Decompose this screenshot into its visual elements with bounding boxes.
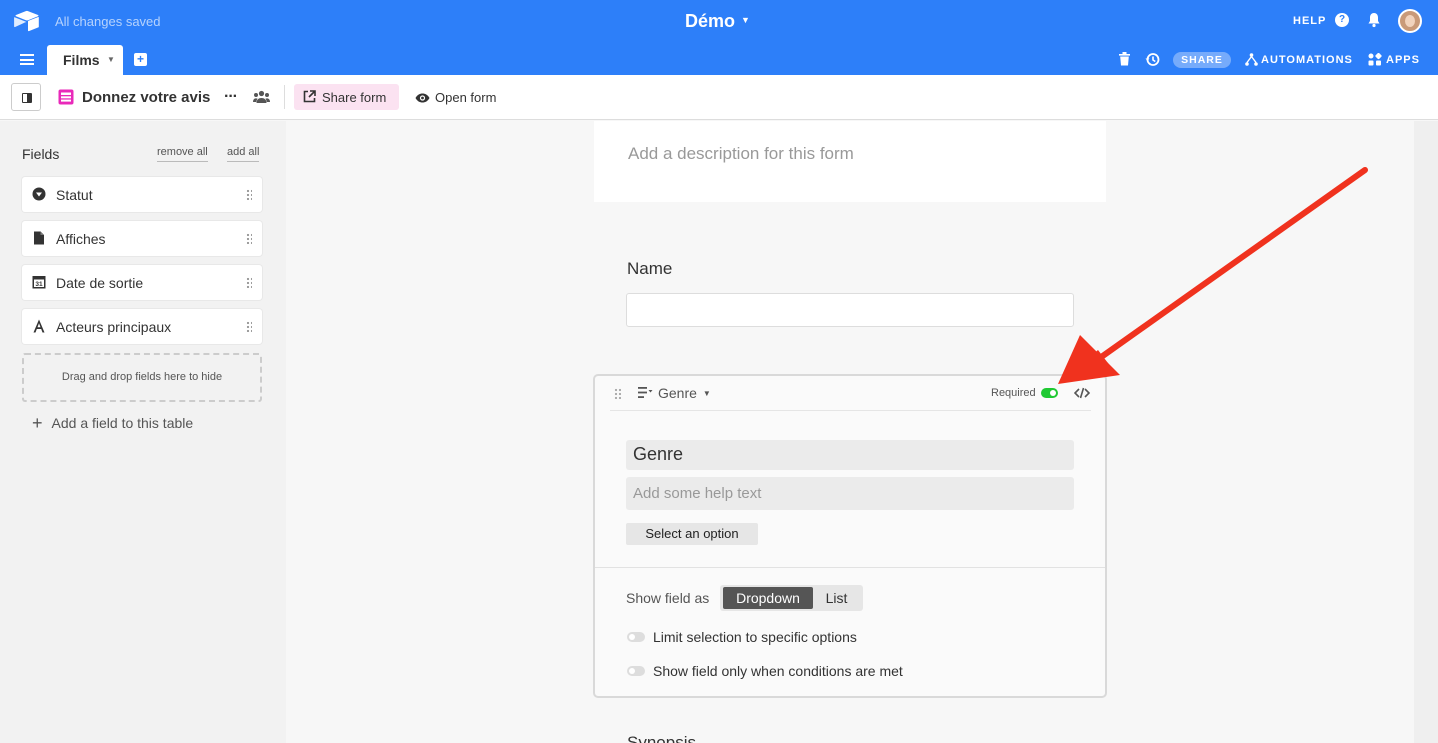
required-label: Required	[991, 387, 1036, 399]
drag-handle-icon[interactable]	[246, 233, 252, 244]
add-field-button[interactable]: + Add a field to this table	[32, 413, 194, 433]
sidebar-toggle-button[interactable]	[11, 83, 41, 111]
hidden-field-label: Acteurs principaux	[56, 319, 172, 335]
remove-all-link[interactable]: remove all	[157, 146, 208, 162]
open-form-button[interactable]: Open form	[415, 90, 496, 105]
caret-down-icon: ▼	[741, 15, 750, 26]
tab-films[interactable]: Films ▼	[47, 45, 123, 75]
help-icon[interactable]: ?	[1335, 13, 1349, 27]
svg-text:31: 31	[35, 281, 43, 288]
hidden-field-label: Date de sortie	[56, 275, 144, 291]
select-option-button[interactable]: Select an option	[626, 523, 758, 545]
drag-handle-icon[interactable]	[246, 321, 252, 332]
top-bar: All changes saved Démo ▼ HELP ? Films ▼ +…	[0, 0, 1438, 75]
drag-handle-icon[interactable]	[614, 388, 621, 399]
show-field-as-toggle: Dropdown List	[720, 585, 863, 611]
collaborators-icon[interactable]	[253, 90, 270, 104]
hidden-field-label: Statut	[56, 187, 93, 203]
help-link[interactable]: HELP	[1293, 15, 1326, 27]
caret-down-icon[interactable]: ▼	[107, 55, 115, 64]
dropdown-option[interactable]: Dropdown	[723, 587, 813, 609]
view-name[interactable]: Donnez votre avis	[82, 89, 210, 106]
apps-button[interactable]: APPS	[1368, 53, 1420, 66]
form-description-card[interactable]: Add a description for this form	[594, 121, 1106, 202]
form-description-placeholder: Add a description for this form	[628, 144, 854, 163]
apps-icon	[1368, 53, 1382, 66]
conditional-field-label: Show field only when conditions are met	[653, 663, 903, 679]
more-options-icon[interactable]: ···	[224, 88, 238, 106]
automations-label: AUTOMATIONS	[1261, 53, 1353, 66]
automations-icon	[1245, 53, 1258, 66]
drag-handle-icon[interactable]	[246, 277, 252, 288]
eye-icon	[415, 93, 430, 102]
single-select-icon	[638, 387, 653, 398]
limit-selection-toggle[interactable]	[627, 632, 645, 642]
hidden-field-label: Affiches	[56, 231, 106, 247]
hidden-field-item[interactable]: Statut	[22, 177, 262, 212]
help-text-input[interactable]: Add some help text	[626, 477, 1074, 510]
toolbar-divider	[284, 85, 285, 109]
hidden-field-item[interactable]: Acteurs principaux	[22, 309, 262, 344]
dropdown-circle-icon	[32, 187, 46, 201]
file-icon	[34, 231, 44, 245]
share-button[interactable]: SHARE	[1173, 52, 1231, 68]
next-field-label[interactable]: Synopsis	[627, 733, 696, 743]
form-view-icon	[58, 89, 74, 105]
caret-down-icon: ▼	[702, 389, 711, 398]
share-form-label: Share form	[322, 90, 387, 105]
annotation-arrow	[1058, 167, 1368, 384]
hamburger-menu-icon[interactable]	[20, 54, 34, 65]
share-form-button[interactable]: Share form	[294, 84, 399, 110]
automations-button[interactable]: AUTOMATIONS	[1245, 53, 1353, 66]
fields-panel-title: Fields	[22, 146, 60, 162]
card-header-divider	[610, 410, 1091, 411]
base-title[interactable]: Démo ▼	[685, 11, 750, 32]
add-all-link[interactable]: add all	[227, 146, 260, 162]
hide-fields-drop-zone[interactable]: Drag and drop fields here to hide	[22, 353, 262, 402]
canvas-edge	[1414, 121, 1438, 743]
text-icon	[33, 319, 45, 333]
share-external-icon	[303, 90, 316, 103]
name-input[interactable]	[626, 293, 1074, 327]
airtable-logo-icon[interactable]	[14, 10, 40, 32]
add-table-icon[interactable]: +	[134, 53, 147, 66]
name-field-label[interactable]: Name	[627, 259, 672, 279]
apps-label: APPS	[1386, 53, 1420, 66]
hidden-field-item[interactable]: 31 Date de sortie	[22, 265, 262, 300]
bell-icon[interactable]	[1367, 12, 1381, 28]
tab-label: Films	[63, 52, 100, 68]
conditional-field-toggle[interactable]	[627, 666, 645, 676]
field-type-selector[interactable]: Genre ▼	[658, 385, 711, 401]
list-option[interactable]: List	[813, 587, 860, 609]
limit-selection-label: Limit selection to specific options	[653, 629, 857, 645]
add-field-label: Add a field to this table	[51, 415, 194, 431]
calendar-icon: 31	[32, 276, 46, 289]
plus-icon: +	[32, 413, 43, 433]
hidden-field-item[interactable]: Affiches	[22, 221, 262, 256]
trash-icon[interactable]	[1119, 52, 1130, 66]
fields-panel	[0, 121, 286, 743]
open-form-label: Open form	[435, 90, 497, 105]
save-status: All changes saved	[55, 14, 161, 29]
drag-handle-icon[interactable]	[246, 189, 252, 200]
card-section-divider	[595, 567, 1105, 568]
history-icon[interactable]	[1145, 52, 1160, 67]
view-bar	[0, 75, 1438, 120]
show-field-as-label: Show field as	[626, 590, 710, 606]
user-avatar[interactable]	[1398, 9, 1422, 33]
field-label-input[interactable]: Genre	[626, 440, 1074, 470]
